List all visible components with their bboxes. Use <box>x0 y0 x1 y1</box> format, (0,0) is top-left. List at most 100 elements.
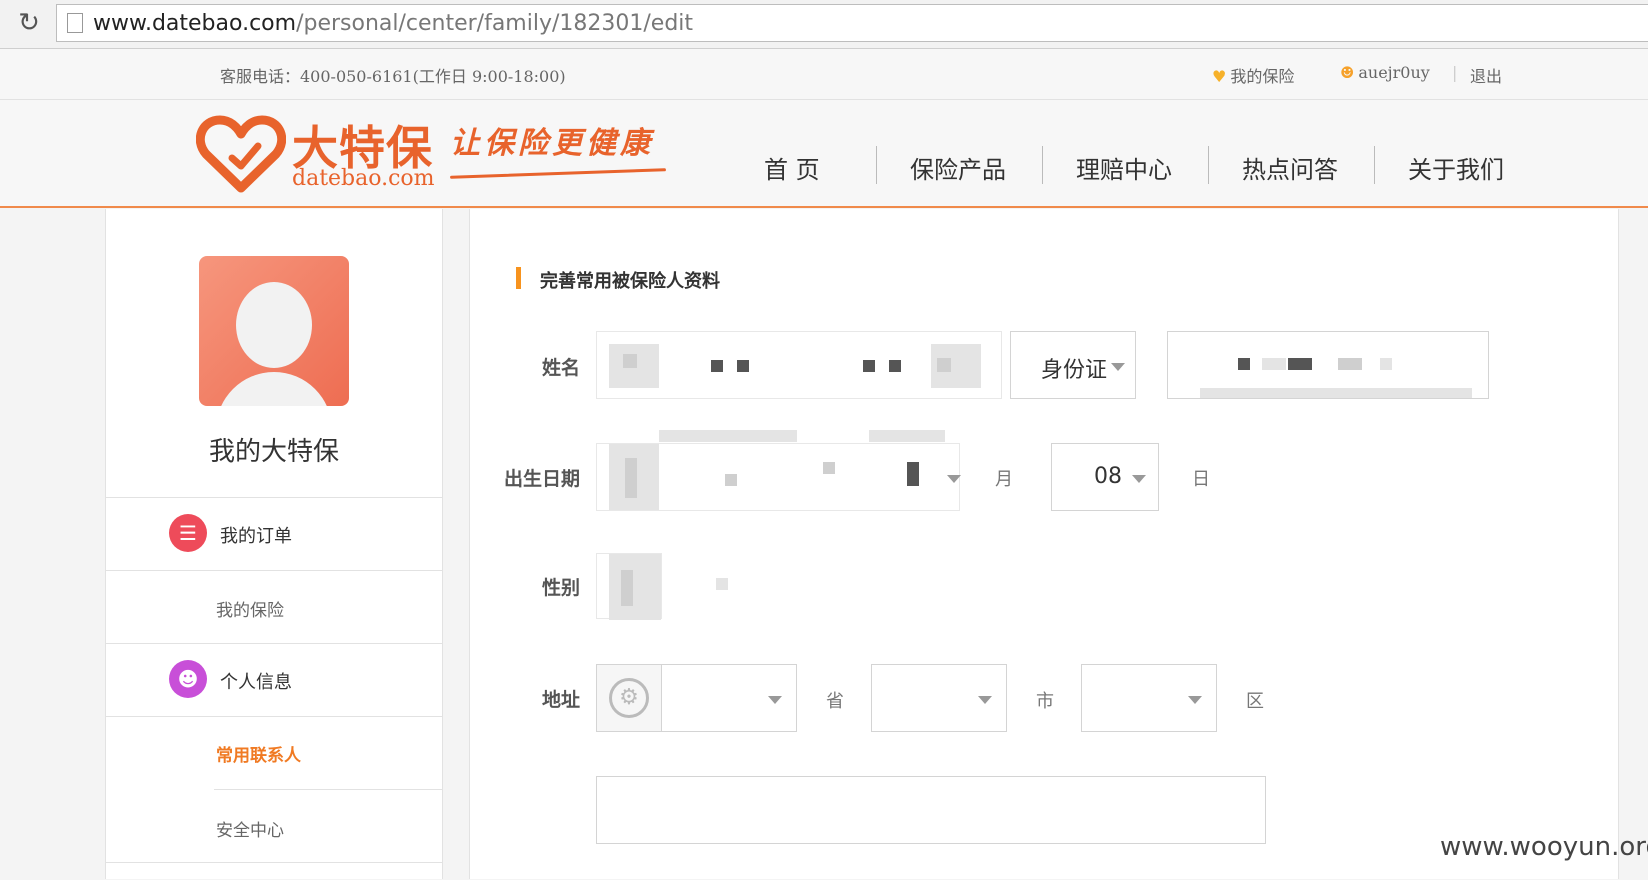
pixelated-area <box>1380 358 1392 370</box>
main-panel: 完善常用被保险人资料 姓名 身份证 出生日期 月 08 日 性别 地址 ⚙ 省 … <box>469 209 1619 879</box>
birth-day-select[interactable]: 08 <box>1051 443 1159 511</box>
nav-divider <box>876 146 877 184</box>
gender-label: 性别 <box>541 577 580 599</box>
section-marker <box>516 267 521 289</box>
pixelated-area <box>716 578 728 590</box>
sidebar: 我的大特保 ☰ 我的订单 我的保险 ☻ 个人信息 常用联系人 安全中心 <box>105 209 443 879</box>
name-label: 姓名 <box>541 357 580 379</box>
sidebar-divider <box>106 862 442 880</box>
avatar[interactable] <box>199 256 349 406</box>
detail-address-input[interactable] <box>596 776 1266 844</box>
chevron-down-icon <box>1188 696 1202 704</box>
top-info-bar: 客服电话：400-050-6161(工作日 9:00-18:00) ♥ 我的保险 … <box>0 49 1648 100</box>
brand-domain: datebao.com <box>292 166 435 191</box>
heart-logo-icon[interactable] <box>196 114 286 194</box>
pixelated-area <box>1238 358 1250 370</box>
pixelated-area <box>659 430 797 442</box>
gender-select[interactable] <box>596 553 662 620</box>
pixelated-area <box>1262 358 1286 370</box>
pixelated-area <box>907 462 919 486</box>
pixelated-area <box>725 474 737 486</box>
city-unit: 市 <box>1036 691 1054 712</box>
birth-year-select[interactable] <box>596 430 961 511</box>
section-title: 完善常用被保险人资料 <box>540 271 720 292</box>
url-path: /personal/center/family/182301/edit <box>296 11 694 36</box>
sidebar-item-label: 个人信息 <box>220 672 292 693</box>
id-type-select[interactable]: 身份证 <box>1010 331 1136 399</box>
nav-divider <box>1208 146 1209 184</box>
pixelated-area <box>863 360 875 372</box>
hotline-text: 客服电话：400-050-6161(工作日 9:00-18:00) <box>220 67 566 86</box>
person-icon: ☻ <box>169 660 207 698</box>
url-host: www.datebao.com <box>93 11 297 36</box>
pixelated-area <box>823 462 835 474</box>
notepad-icon: ☰ <box>169 514 207 552</box>
watermark-text: www.wooyun.org <box>1440 832 1648 862</box>
pixelated-area <box>625 458 637 498</box>
chevron-down-icon <box>978 696 992 704</box>
name-input[interactable] <box>596 331 1002 399</box>
url-text: www.datebao.com/personal/center/family/1… <box>93 11 693 36</box>
nav-divider <box>1042 146 1043 184</box>
reload-icon[interactable]: ↻ <box>14 8 44 38</box>
sidebar-item-personal-info[interactable]: ☻ 个人信息 <box>106 643 442 716</box>
location-button[interactable]: ⚙ <box>596 664 662 732</box>
sidebar-item-label: 安全中心 <box>216 821 284 841</box>
slogan-underline <box>450 168 666 179</box>
gear-icon: ⚙ <box>609 678 649 718</box>
sidebar-item-contacts[interactable]: 常用联系人 <box>106 716 442 789</box>
birth-day-value: 08 <box>1094 464 1122 489</box>
pixelated-area <box>869 430 945 442</box>
my-insurance-label: 我的保险 <box>1230 67 1295 86</box>
day-unit: 日 <box>1192 469 1210 490</box>
brand-slogan: 让保险更健康 <box>450 126 654 161</box>
heart-icon: ♥ <box>1212 67 1227 86</box>
nav-claims[interactable]: 理赔中心 <box>1076 150 1172 185</box>
nav-about[interactable]: 关于我们 <box>1408 150 1504 185</box>
pixelated-area <box>937 358 951 372</box>
site-header: 大特保 datebao.com 让保险更健康 首 页 保险产品 理赔中心 热点问… <box>0 100 1648 208</box>
sidebar-item-orders[interactable]: ☰ 我的订单 <box>106 497 442 570</box>
sidebar-item-label: 我的保险 <box>216 601 284 621</box>
province-select[interactable] <box>661 664 797 732</box>
username-label: auejr0uy <box>1358 63 1430 82</box>
pixelated-area <box>621 570 633 606</box>
chevron-down-icon <box>947 475 961 483</box>
birth-date-label: 出生日期 <box>503 468 580 490</box>
month-unit: 月 <box>995 469 1013 490</box>
city-select[interactable] <box>871 664 1007 732</box>
province-unit: 省 <box>826 691 844 712</box>
pixelated-area <box>889 360 901 372</box>
district-unit: 区 <box>1246 691 1264 712</box>
chevron-down-icon <box>1111 363 1125 371</box>
browser-toolbar: ↻ www.datebao.com/personal/center/family… <box>0 0 1648 49</box>
page-icon <box>67 13 83 33</box>
chevron-down-icon <box>1132 475 1146 483</box>
sidebar-item-my-insurance[interactable]: 我的保险 <box>106 570 442 643</box>
district-select[interactable] <box>1081 664 1217 732</box>
sidebar-title: 我的大特保 <box>208 437 339 467</box>
divider: | <box>1452 63 1458 82</box>
nav-home[interactable]: 首 页 <box>764 150 820 185</box>
my-insurance-link[interactable]: ♥ 我的保险 <box>1212 63 1294 87</box>
sidebar-item-security[interactable]: 安全中心 <box>214 789 442 862</box>
address-bar[interactable]: www.datebao.com/personal/center/family/1… <box>56 4 1648 42</box>
pixelated-area <box>1200 388 1472 398</box>
nav-divider <box>1374 146 1375 184</box>
avatar-head-shape <box>236 282 312 368</box>
chevron-down-icon <box>768 696 782 704</box>
user-icon: ☻ <box>1340 63 1355 82</box>
nav-products[interactable]: 保险产品 <box>910 150 1006 185</box>
nav-faq[interactable]: 热点问答 <box>1242 150 1338 185</box>
pixelated-area <box>623 354 637 368</box>
id-number-input[interactable] <box>1167 331 1489 399</box>
pixelated-area <box>1288 358 1312 370</box>
pixelated-area <box>609 554 661 620</box>
username-link[interactable]: ☻ auejr0uy <box>1340 63 1430 82</box>
avatar-body-shape <box>216 372 332 406</box>
address-label: 地址 <box>541 689 580 711</box>
logout-link[interactable]: 退出 <box>1470 63 1502 87</box>
sidebar-item-label: 常用联系人 <box>216 746 301 766</box>
pixelated-area <box>737 360 749 372</box>
sidebar-item-label: 我的订单 <box>220 526 292 547</box>
